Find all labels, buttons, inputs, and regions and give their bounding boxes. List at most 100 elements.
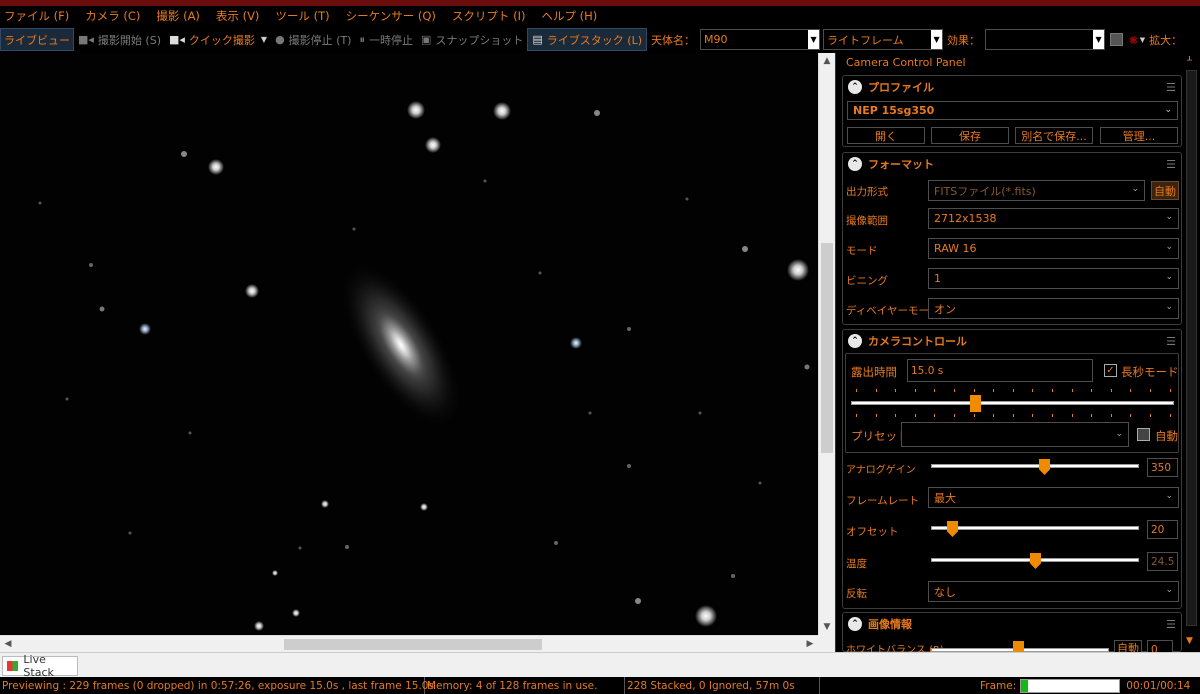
chevron-down-icon: ⌄	[1165, 585, 1173, 595]
exposure-input[interactable]: 15.0 s	[907, 359, 1093, 382]
zoom-label: 拡大：	[1149, 33, 1183, 47]
frame-type-value: ライトフレーム	[827, 33, 904, 47]
pause-button[interactable]: ⏸ 一時停止	[355, 28, 417, 51]
window-icon	[7, 661, 19, 671]
stop-capture-button[interactable]: ● 撮影停止 (T)	[271, 28, 355, 51]
scroll-right-icon[interactable]: ▶	[802, 636, 818, 652]
slider-tick	[934, 389, 936, 392]
image-info-heading: 画像情報	[868, 618, 912, 631]
white-balance-input[interactable]: 0	[1147, 640, 1173, 652]
camera-control-section-header[interactable]: ⌃ カメラコントロール ☰	[843, 330, 1181, 352]
menu-tools[interactable]: ツール (T)	[275, 8, 329, 24]
effect-select[interactable]: ▼	[985, 29, 1106, 50]
open-profile-button[interactable]: 開く	[847, 127, 925, 144]
menu-sequencer[interactable]: シーケンサー (Q)	[346, 8, 436, 24]
scroll-up-icon[interactable]: ▲	[819, 53, 835, 69]
slider-tick	[1012, 414, 1014, 417]
chevron-down-icon: ⌄	[1164, 105, 1172, 115]
gain-slider-track[interactable]	[931, 464, 1139, 468]
viewer-horizontal-scrollbar[interactable]: ◀ ▶	[0, 635, 818, 652]
quick-capture-button[interactable]: ■◂ クイック撮影 ▼	[165, 28, 271, 51]
menu-icon[interactable]: ☰	[1166, 81, 1176, 94]
chevron-down-icon[interactable]: ▼	[261, 35, 267, 44]
menu-icon[interactable]: ☰	[1166, 158, 1176, 171]
profile-section-header[interactable]: ⌃ プロファイル ☰	[843, 76, 1181, 98]
output-format-value: FITSファイル(*.fits)	[934, 184, 1036, 198]
image-info-section-header[interactable]: ⌃ 画像情報 ☰	[843, 613, 1181, 635]
menu-capture[interactable]: 撮影 (A)	[156, 8, 200, 24]
offset-input[interactable]: 20	[1147, 520, 1178, 539]
crosshair-icon[interactable]: ⨳	[1129, 32, 1138, 48]
menu-view[interactable]: 表示 (V)	[216, 8, 260, 24]
white-balance-auto-button[interactable]: 自動	[1114, 640, 1142, 652]
output-auto-button[interactable]: 自動	[1151, 181, 1179, 200]
live-stack-button[interactable]: ▤ ライブスタック (L)	[527, 28, 648, 51]
image-viewer[interactable]	[0, 53, 818, 635]
menu-script[interactable]: スクリプト (I)	[452, 8, 526, 24]
long-exposure-checkbox[interactable]: ✓	[1104, 364, 1117, 377]
debayer-select[interactable]: オン ⌄	[928, 298, 1179, 319]
white-balance-slider-thumb[interactable]	[1013, 641, 1024, 652]
status-memory: Memory: 4 of 128 frames in use.	[425, 677, 625, 694]
preset-auto-checkbox[interactable]	[1137, 428, 1150, 441]
flip-label: 反転	[846, 588, 867, 600]
framerate-select[interactable]: 最大 ⌄	[928, 487, 1179, 508]
snapshot-button[interactable]: ▣ スナップショット	[417, 28, 527, 51]
slider-tick	[954, 414, 955, 417]
menu-icon[interactable]: ☰	[1166, 335, 1176, 348]
object-name-input[interactable]: M90 ▼	[700, 29, 821, 50]
chevron-down-icon[interactable]: ▼	[1093, 30, 1105, 49]
offset-label: オフセット	[846, 526, 899, 538]
save-profile-button[interactable]: 保存	[931, 127, 1009, 144]
capture-area-label: 撮像範囲	[846, 215, 888, 227]
profile-heading: プロファイル	[868, 81, 934, 94]
exposure-slider-track[interactable]	[851, 401, 1174, 405]
slider-tick	[1150, 389, 1151, 392]
panel-scrollbar[interactable]: ▼	[1183, 70, 1200, 652]
live-view-button[interactable]: ライブビュー	[0, 28, 74, 51]
chevron-down-icon[interactable]: ▼	[931, 30, 943, 49]
frame-type-select[interactable]: ライトフレーム ▼	[823, 29, 944, 50]
slider-tick	[1150, 414, 1151, 417]
exposure-slider-thumb[interactable]	[970, 395, 981, 412]
scroll-thumb[interactable]	[1186, 70, 1197, 626]
square-icon[interactable]	[1110, 33, 1124, 46]
status-preview: Previewing : 229 frames (0 dropped) in 0…	[0, 677, 434, 694]
video-camera-icon: ■◂	[168, 33, 185, 46]
menu-camera[interactable]: カメラ (C)	[85, 8, 140, 24]
manage-profile-button[interactable]: 管理...	[1100, 127, 1178, 144]
scroll-down-icon[interactable]: ▼	[1186, 636, 1193, 646]
menu-file[interactable]: ファイル (F)	[4, 8, 69, 24]
menu-icon[interactable]: ☰	[1166, 618, 1176, 631]
pin-icon[interactable]: ᚆ	[1187, 55, 1192, 66]
preset-select[interactable]: ⌄	[901, 422, 1129, 447]
scroll-left-icon[interactable]: ◀	[0, 636, 16, 652]
scroll-down-icon[interactable]: ▼	[819, 619, 835, 635]
flip-select[interactable]: なし ⌄	[928, 581, 1179, 602]
stop-capture-label: 撮影停止 (T)	[288, 33, 352, 47]
menu-help[interactable]: ヘルプ (H)	[541, 8, 597, 24]
scroll-thumb[interactable]	[821, 243, 833, 453]
scroll-thumb[interactable]	[284, 639, 542, 650]
object-name-value: M90	[704, 33, 728, 46]
chevron-down-icon[interactable]: ▼	[808, 30, 820, 49]
output-format-select[interactable]: FITSファイル(*.fits) ⌄	[928, 180, 1145, 201]
binning-select[interactable]: 1 ⌄	[928, 268, 1179, 289]
save-as-profile-button[interactable]: 別名で保存...	[1015, 127, 1093, 144]
preset-label: プリセット	[851, 429, 909, 443]
collapse-icon[interactable]: ⌃	[848, 157, 862, 171]
white-balance-row: ホワイトバランス (R) 自動 0	[842, 640, 1182, 652]
viewer-vertical-scrollbar[interactable]: ▲ ▼	[818, 53, 835, 635]
start-capture-button[interactable]: ■◂ 撮影開始 (S)	[74, 28, 165, 51]
offset-slider-track[interactable]	[931, 526, 1139, 530]
chevron-down-icon[interactable]: ▼	[1140, 36, 1145, 44]
profile-select[interactable]: NEP 15sg350 ⌄	[847, 101, 1178, 120]
format-section-header[interactable]: ⌃ フォーマット ☰	[843, 153, 1181, 175]
collapse-icon[interactable]: ⌃	[848, 80, 862, 94]
collapse-icon[interactable]: ⌃	[848, 617, 862, 631]
capture-area-select[interactable]: 2712x1538 ⌄	[928, 208, 1179, 229]
tab-live-stack[interactable]: Live Stack	[2, 653, 78, 679]
gain-input[interactable]: 350	[1147, 458, 1178, 477]
mode-select[interactable]: RAW 16 ⌄	[928, 238, 1179, 259]
collapse-icon[interactable]: ⌃	[848, 334, 862, 348]
